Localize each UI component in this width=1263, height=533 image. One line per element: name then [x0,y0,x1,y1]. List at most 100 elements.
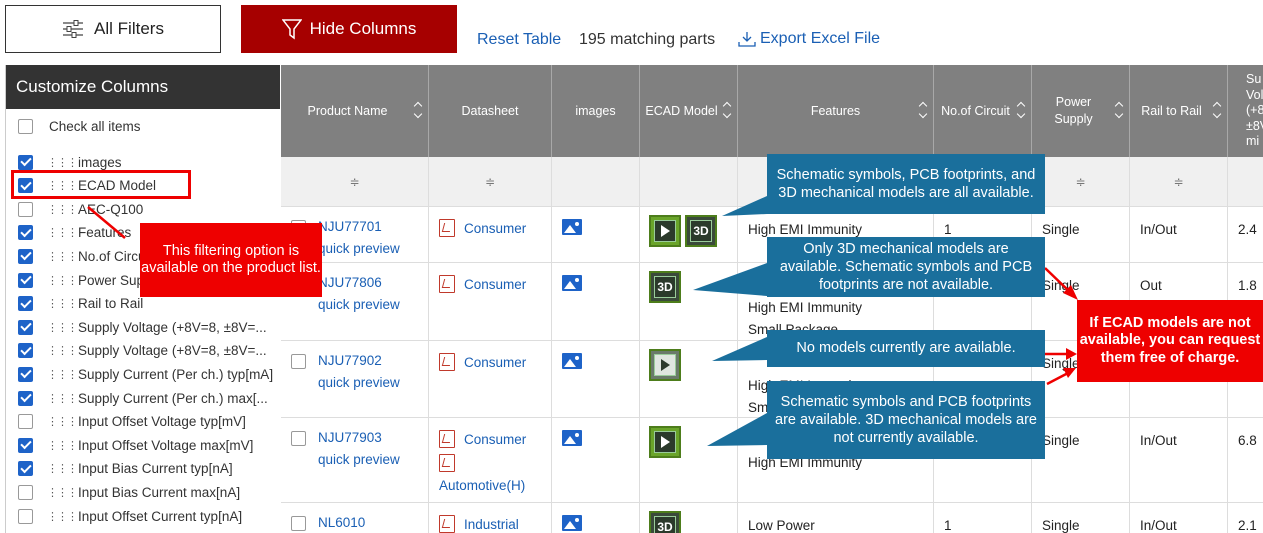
ecad-schematic-icon[interactable] [649,426,681,458]
all-filters-button[interactable]: All Filters [5,5,221,53]
export-excel-link[interactable]: Export Excel File [738,30,880,48]
drag-handle-icon[interactable]: ⋮⋮⋮ [47,368,78,381]
drag-handle-icon[interactable]: ⋮⋮⋮ [47,274,78,287]
th-supply-voltage[interactable]: Su Vol (+8 ±8V mi [1228,65,1263,157]
column-checkbox[interactable] [18,272,33,288]
filter-icon[interactable]: ≑ [1075,175,1085,189]
drag-handle-icon[interactable]: ⋮⋮⋮ [47,203,78,216]
column-item[interactable]: ⋮⋮⋮ Input Offset Current typ[nA] [18,505,280,527]
column-item[interactable]: ⋮⋮⋮ Supply Voltage (+8V=8, ±8V=... [18,316,280,338]
column-item[interactable]: ⋮⋮⋮ Input Offset Voltage typ[mV] [18,411,280,433]
drag-handle-icon[interactable]: ⋮⋮⋮ [47,156,78,169]
column-item[interactable]: ⋮⋮⋮ Supply Current (Per ch.) max[... [18,387,280,409]
column-checkbox[interactable] [18,296,33,312]
drag-handle-icon[interactable]: ⋮⋮⋮ [47,250,78,263]
image-icon[interactable] [562,353,582,369]
sort-icon[interactable] [1213,101,1222,119]
column-item[interactable]: ⋮⋮⋮ Supply Voltage (+8V=8, ±8V=... [18,340,280,362]
ecad-schematic-icon[interactable] [649,215,681,247]
column-checkbox[interactable] [18,437,33,453]
th-product-name[interactable]: Product Name [281,65,429,157]
ecad-3d-model-icon[interactable]: 3D [649,511,681,533]
row-checkbox[interactable] [291,354,306,369]
pdf-icon[interactable] [439,275,455,293]
hide-columns-button[interactable]: Hide Columns [241,5,457,53]
filter-icon[interactable]: ≑ [485,175,495,189]
column-item[interactable]: ⋮⋮⋮ Input Bias Current max[nA] [18,481,280,503]
drag-handle-icon[interactable]: ⋮⋮⋮ [47,415,78,428]
product-link[interactable]: NJU77902 [318,353,400,368]
pdf-icon[interactable] [439,454,455,472]
row-checkbox[interactable] [291,516,306,531]
sort-icon[interactable] [414,101,423,119]
sort-icon[interactable] [1017,101,1026,119]
check-all-items[interactable]: Check all items [18,119,141,134]
drag-handle-icon[interactable]: ⋮⋮⋮ [47,510,78,523]
drag-handle-icon[interactable]: ⋮⋮⋮ [47,226,78,239]
quick-preview-link[interactable]: quick preview [318,452,400,467]
column-checkbox[interactable] [18,319,33,335]
filter-icon[interactable]: ≑ [349,175,359,189]
ecad-3d-model-icon[interactable]: 3D [649,271,681,303]
th-power-supply[interactable]: Power Supply [1032,65,1130,157]
column-item[interactable]: ⋮⋮⋮ Input Bias Current typ[nA] [18,458,280,480]
product-link[interactable]: NL6010 [318,515,400,530]
filter-product-name[interactable]: ≑ [281,157,429,207]
sort-icon[interactable] [1115,101,1124,119]
drag-handle-icon[interactable]: ⋮⋮⋮ [47,344,78,357]
column-checkbox[interactable] [18,508,33,524]
th-rail-to-rail[interactable]: Rail to Rail [1130,65,1228,157]
sort-icon[interactable] [919,101,928,119]
drag-handle-icon[interactable]: ⋮⋮⋮ [47,321,78,334]
reset-table-link[interactable]: Reset Table [477,31,561,49]
column-checkbox[interactable] [18,390,33,406]
datasheet-link[interactable]: Consumer [464,277,526,292]
pdf-icon[interactable] [439,219,455,237]
sort-icon[interactable] [723,101,732,119]
column-checkbox[interactable] [18,154,33,170]
column-checkbox[interactable] [18,461,33,477]
filter-datasheet[interactable]: ≑ [429,157,552,207]
pdf-icon[interactable] [439,430,455,448]
column-item[interactable]: ⋮⋮⋮ Input Offset Voltage max[mV] [18,434,280,456]
th-ecad-model[interactable]: ECAD Model [640,65,738,157]
drag-handle-icon[interactable]: ⋮⋮⋮ [47,439,78,452]
drag-handle-icon[interactable]: ⋮⋮⋮ [47,392,78,405]
column-checkbox[interactable] [18,366,33,382]
image-icon[interactable] [562,430,582,446]
quick-preview-link[interactable]: quick preview [318,375,400,390]
check-all-checkbox[interactable] [18,119,33,134]
quick-preview-link[interactable]: quick preview [318,297,400,312]
datasheet-link[interactable]: Automotive(H) [439,478,526,493]
filter-power[interactable]: ≑ [1032,157,1130,207]
drag-handle-icon[interactable]: ⋮⋮⋮ [47,486,78,499]
filter-icon[interactable]: ≑ [1173,175,1183,189]
image-icon[interactable] [562,515,582,531]
pdf-icon[interactable] [439,353,455,371]
drag-handle-icon[interactable]: ⋮⋮⋮ [47,462,78,475]
image-icon[interactable] [562,219,582,235]
column-item[interactable]: ⋮⋮⋮ AEC-Q100 [18,198,280,220]
column-item[interactable]: ⋮⋮⋮ Supply Current (Per ch.) typ[mA] [18,363,280,385]
column-checkbox[interactable] [18,248,33,264]
datasheet-link[interactable]: Consumer [464,221,526,236]
th-features[interactable]: Features [738,65,934,157]
datasheet-link[interactable]: Consumer [464,355,526,370]
quick-preview-link[interactable]: quick preview [318,241,400,256]
ecad-request-icon[interactable] [649,349,681,381]
th-no-of-circuit[interactable]: No.of Circuit [934,65,1032,157]
column-checkbox[interactable] [18,484,33,500]
product-link[interactable]: NJU77701 [318,219,400,234]
product-link[interactable]: NJU77806 [318,275,400,290]
product-link[interactable]: NJU77903 [318,430,400,445]
column-checkbox[interactable] [18,343,33,359]
image-icon[interactable] [562,275,582,291]
row-checkbox[interactable] [291,431,306,446]
column-checkbox[interactable] [18,225,33,241]
ecad-3d-model-icon[interactable]: 3D [685,215,717,247]
pdf-icon[interactable] [439,515,455,533]
datasheet-link[interactable]: Consumer [464,432,526,447]
column-checkbox[interactable] [18,414,33,430]
drag-handle-icon[interactable]: ⋮⋮⋮ [47,297,78,310]
datasheet-link[interactable]: Industrial [464,517,519,532]
